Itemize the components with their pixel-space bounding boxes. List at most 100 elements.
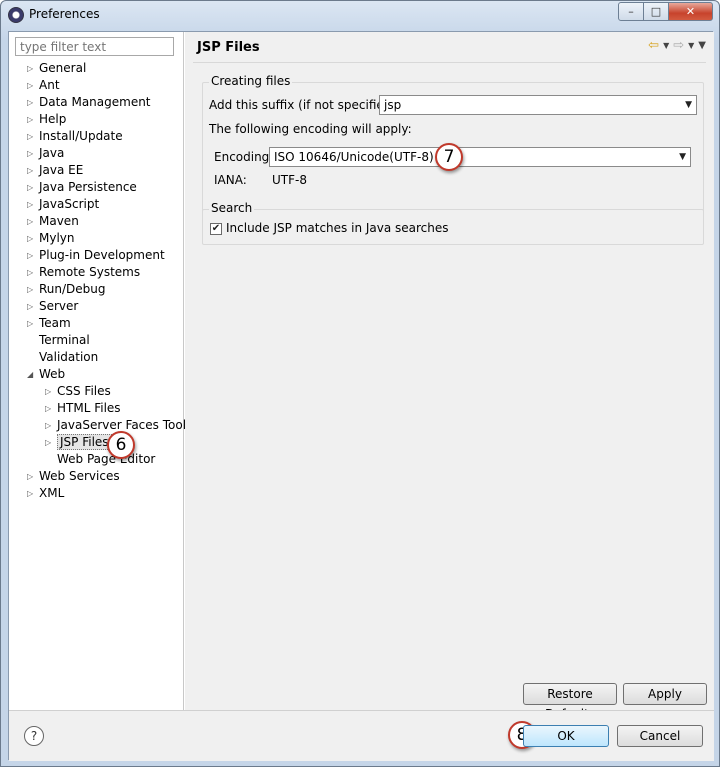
tree-item[interactable]: Web Page Editor (45, 451, 155, 468)
tree-item[interactable]: ▷ Team (27, 315, 71, 332)
tree-item-label: Maven (39, 214, 79, 228)
tree-item[interactable]: ▷ Help (27, 111, 66, 128)
expand-arrow-icon[interactable]: ▷ (27, 111, 35, 124)
page-title: JSP Files (197, 40, 260, 55)
tree-item[interactable]: ◢ Web (27, 366, 65, 383)
window-title: Preferences (29, 7, 100, 21)
tree-item[interactable]: ▷ CSS Files (45, 383, 111, 400)
title-bar[interactable]: Preferences – □ ✕ (1, 1, 719, 29)
expand-arrow-icon[interactable]: ▷ (27, 281, 35, 294)
tree-item[interactable]: ▷ Run/Debug (27, 281, 106, 298)
forward-dropdown-icon[interactable]: ▼ (688, 41, 694, 50)
ok-button[interactable]: OK (523, 725, 609, 747)
cancel-button[interactable]: Cancel (617, 725, 703, 747)
tree-item-label: CSS Files (57, 384, 111, 398)
creating-files-title: Creating files (209, 74, 293, 88)
tree-item-label: Remote Systems (39, 265, 141, 279)
expand-arrow-icon[interactable] (45, 451, 53, 459)
expand-arrow-icon[interactable]: ▷ (27, 145, 35, 158)
expand-arrow-icon[interactable]: ▷ (45, 434, 53, 447)
suffix-value: jsp (384, 98, 402, 112)
expand-arrow-icon[interactable]: ▷ (27, 247, 35, 260)
collapse-arrow-icon[interactable]: ◢ (27, 366, 35, 379)
tree-item[interactable]: ▷ Data Management (27, 94, 151, 111)
expand-arrow-icon[interactable]: ▷ (27, 213, 35, 226)
include-jsp-checkbox[interactable]: ✔ (210, 223, 222, 235)
tree-item-label: Data Management (39, 95, 151, 109)
expand-arrow-icon[interactable]: ▷ (27, 485, 35, 498)
tree-item[interactable]: ▷ JSP Files (45, 434, 112, 451)
expand-arrow-icon[interactable]: ▷ (27, 468, 35, 481)
expand-arrow-icon[interactable]: ▷ (27, 128, 35, 141)
tree-item-label: HTML Files (57, 401, 121, 415)
tree-item-label: Plug-in Development (39, 248, 165, 262)
tree-item[interactable]: ▷ General (27, 60, 86, 77)
back-dropdown-icon[interactable]: ▼ (663, 41, 669, 50)
tree-item-label: Run/Debug (39, 282, 106, 296)
expand-arrow-icon[interactable]: ▷ (45, 400, 53, 413)
expand-arrow-icon[interactable] (27, 332, 35, 340)
tree-item[interactable]: ▷ Mylyn (27, 230, 75, 247)
tree-item-label: Web Page Editor (57, 452, 156, 466)
suffix-combo[interactable]: jsp ▼ (379, 95, 697, 115)
include-jsp-label[interactable]: Include JSP matches in Java searches (226, 221, 449, 235)
tree-item[interactable]: ▷ Server (27, 298, 78, 315)
tree-item[interactable]: ▷ HTML Files (45, 400, 121, 417)
view-menu-icon[interactable]: ▼ (698, 40, 706, 51)
tree-item[interactable]: ▷ JavaScript (27, 196, 99, 213)
tree-item-label: Validation (39, 350, 99, 364)
tree-item-label: Java Persistence (39, 180, 137, 194)
apply-button[interactable]: Apply (623, 683, 707, 705)
forward-arrow-icon[interactable]: ⇨ (673, 38, 684, 53)
expand-arrow-icon[interactable]: ▷ (27, 162, 35, 175)
maximize-button[interactable]: □ (643, 2, 669, 21)
tree-item-label: Web Services (39, 469, 120, 483)
tree-item-label: JavaScript (39, 197, 100, 211)
expand-arrow-icon[interactable]: ▷ (27, 298, 35, 311)
tree-item[interactable]: ▷ Java Persistence (27, 179, 137, 196)
annotation-marker-6: 6 (107, 431, 135, 459)
suffix-label: Add this suffix (if not specified): (209, 98, 401, 112)
preferences-window: Preferences – □ ✕ ▷ General ▷ Ant ▷ Data Mana… (0, 0, 720, 767)
help-icon[interactable]: ? (24, 726, 44, 746)
iana-label: IANA: (214, 173, 247, 187)
expand-arrow-icon[interactable]: ▷ (45, 417, 53, 430)
expand-arrow-icon[interactable]: ▷ (27, 315, 35, 328)
tree-item-label: Java EE (39, 163, 84, 177)
close-button[interactable]: ✕ (668, 2, 713, 21)
dialog-footer: ? 8 OK Cancel (9, 710, 714, 761)
tree-item[interactable]: ▷ Ant (27, 77, 60, 94)
tree-item[interactable]: ▷ Install/Update (27, 128, 123, 145)
tree-item[interactable]: ▷ Java (27, 145, 64, 162)
tree-item[interactable]: ▷ Maven (27, 213, 79, 230)
encoding-combo[interactable]: ISO 10646/Unicode(UTF-8) ▼ (269, 147, 691, 167)
dialog-client: ▷ General ▷ Ant ▷ Data Management ▷ Help ▷ Instal… (8, 31, 714, 761)
tree-item[interactable]: ▷ Remote Systems (27, 264, 140, 281)
expand-arrow-icon[interactable] (27, 349, 35, 357)
tree-item-label: Help (39, 112, 67, 126)
expand-arrow-icon[interactable]: ▷ (27, 264, 35, 277)
minimize-button[interactable]: – (618, 2, 644, 21)
expand-arrow-icon[interactable]: ▷ (27, 60, 35, 73)
tree-item[interactable]: ▷ Java EE (27, 162, 83, 179)
back-arrow-icon[interactable]: ⇦ (648, 38, 659, 53)
tree-item[interactable]: Terminal (27, 332, 90, 349)
expand-arrow-icon[interactable]: ▷ (27, 196, 35, 209)
expand-arrow-icon[interactable]: ▷ (27, 179, 35, 192)
tree-item-label: Java (39, 146, 65, 160)
tree-item[interactable]: ▷ Plug-in Development (27, 247, 165, 264)
expand-arrow-icon[interactable]: ▷ (27, 94, 35, 107)
tree-item[interactable]: ▷ XML (27, 485, 64, 502)
restore-defaults-button[interactable]: Restore Defaults (523, 683, 617, 721)
expand-arrow-icon[interactable]: ▷ (27, 77, 35, 90)
expand-arrow-icon[interactable]: ▷ (27, 230, 35, 243)
tree-item-label: XML (39, 486, 65, 500)
tree-item[interactable]: ▷ Web Services (27, 468, 120, 485)
tree-item[interactable]: Validation (27, 349, 98, 366)
chevron-down-icon: ▼ (679, 152, 686, 162)
annotation-marker-7: 7 (435, 143, 463, 171)
tree-item-label: Team (39, 316, 71, 330)
filter-input[interactable] (15, 37, 174, 56)
tree-item-label: Web (39, 367, 66, 381)
expand-arrow-icon[interactable]: ▷ (45, 383, 53, 396)
